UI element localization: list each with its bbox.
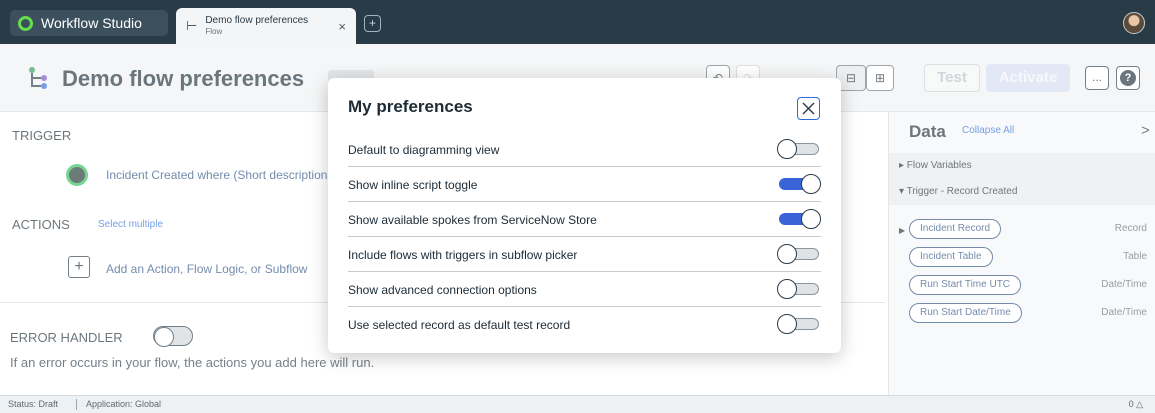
close-dialog-button[interactable]	[797, 97, 820, 120]
preference-toggle[interactable]	[777, 314, 821, 334]
close-tab-icon[interactable]: ×	[338, 19, 346, 34]
toggle-knob	[777, 244, 797, 264]
toggle-knob	[777, 279, 797, 299]
flow-status: Status: Draft	[8, 399, 59, 409]
preference-row: Show available spokes from ServiceNow St…	[348, 202, 821, 237]
preference-toggle[interactable]	[777, 139, 821, 159]
toggle-knob	[777, 139, 797, 159]
preference-label: Include flows with triggers in subflow p…	[348, 248, 578, 262]
workflow-studio-home-button[interactable]: Workflow Studio	[10, 10, 168, 36]
preference-row: Default to diagramming view	[348, 132, 821, 167]
preference-toggle[interactable]	[777, 279, 821, 299]
toggle-knob	[801, 174, 821, 194]
application-scope: Application: Global	[86, 399, 162, 409]
preference-row: Show inline script toggle	[348, 167, 821, 202]
preference-row: Show advanced connection options	[348, 272, 821, 307]
top-navigation-bar: Workflow Studio ⊢ Demo flow preferences …	[0, 0, 1155, 44]
toggle-knob	[801, 209, 821, 229]
tab-subtitle: Flow	[205, 27, 223, 36]
preferences-list: Default to diagramming view Show inline s…	[348, 132, 821, 342]
status-bar: Status: Draft Application: Global 0 △	[0, 395, 1155, 413]
toggle-knob	[777, 314, 797, 334]
preference-label: Show inline script toggle	[348, 178, 478, 192]
preference-toggle[interactable]	[777, 209, 821, 229]
workflow-studio-logo-icon	[18, 15, 33, 31]
preference-row: Include flows with triggers in subflow p…	[348, 237, 821, 272]
preference-label: Show available spokes from ServiceNow St…	[348, 213, 597, 227]
new-tab-button[interactable]: +	[364, 15, 381, 32]
preference-row: Use selected record as default test reco…	[348, 307, 821, 342]
preference-toggle[interactable]	[777, 174, 821, 194]
divider	[76, 399, 77, 410]
user-avatar[interactable]	[1123, 12, 1145, 34]
preference-label: Show advanced connection options	[348, 283, 537, 297]
warnings-count[interactable]: 0 △	[1129, 396, 1143, 413]
brand-name: Workflow Studio	[41, 15, 142, 31]
flow-icon: ⊢	[186, 18, 198, 33]
preference-label: Default to diagramming view	[348, 143, 500, 157]
tab-demo-flow-preferences[interactable]: ⊢ Demo flow preferences Flow ×	[176, 8, 356, 44]
close-icon	[802, 102, 815, 115]
preferences-dialog: My preferences Default to diagramming vi…	[328, 78, 841, 353]
preference-label: Use selected record as default test reco…	[348, 318, 571, 332]
dialog-title: My preferences	[348, 97, 473, 116]
tab-title: Demo flow preferences	[205, 15, 309, 26]
preference-toggle[interactable]	[777, 244, 821, 264]
